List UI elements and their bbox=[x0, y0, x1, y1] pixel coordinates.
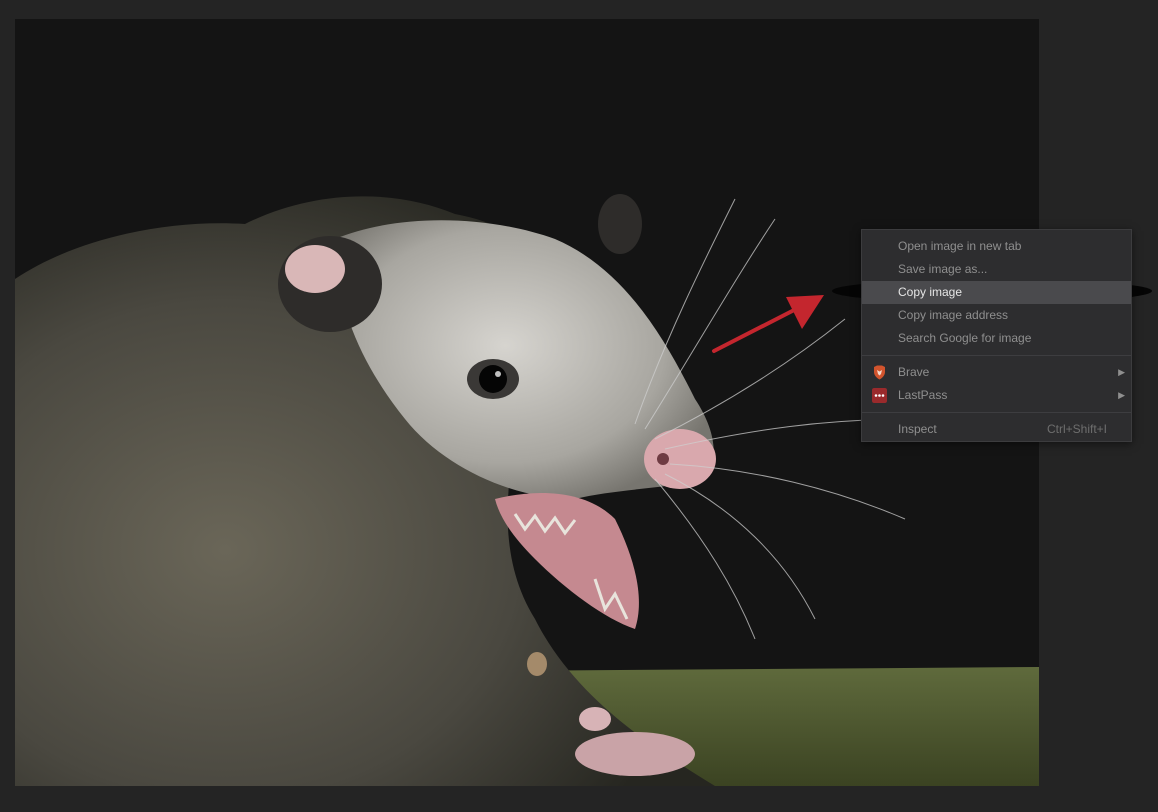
menu-item-brave[interactable]: Brave ▶ bbox=[862, 361, 1131, 384]
inspect-shortcut: Ctrl+Shift+I bbox=[1046, 422, 1107, 436]
brave-lion-icon bbox=[874, 365, 885, 380]
menu-item-search-google-for-image[interactable]: Search Google for image bbox=[862, 327, 1131, 350]
context-menu: Open image in new tab Save image as... C… bbox=[861, 229, 1132, 442]
menu-separator bbox=[862, 412, 1131, 413]
submenu-arrow-icon: ▶ bbox=[1118, 390, 1125, 400]
red-arrow-annotation bbox=[712, 295, 824, 353]
lastpass-icon bbox=[872, 388, 887, 403]
menu-separator bbox=[862, 355, 1131, 356]
menu-item-brave-label: Brave bbox=[898, 365, 930, 379]
menu-item-save-image-as[interactable]: Save image as... bbox=[862, 258, 1131, 281]
menu-item-lastpass[interactable]: LastPass ▶ bbox=[862, 384, 1131, 407]
menu-item-copy-image[interactable]: Copy image bbox=[862, 281, 1131, 304]
menu-item-lastpass-label: LastPass bbox=[898, 388, 948, 402]
page: Open image in new tab Save image as... C… bbox=[0, 0, 1158, 812]
menu-item-inspect-label: Inspect bbox=[898, 422, 937, 436]
menu-item-inspect[interactable]: Inspect Ctrl+Shift+I bbox=[862, 418, 1131, 441]
submenu-arrow-icon: ▶ bbox=[1118, 367, 1125, 377]
menu-item-copy-image-address[interactable]: Copy image address bbox=[862, 304, 1131, 327]
menu-item-open-image-new-tab[interactable]: Open image in new tab bbox=[862, 235, 1131, 258]
